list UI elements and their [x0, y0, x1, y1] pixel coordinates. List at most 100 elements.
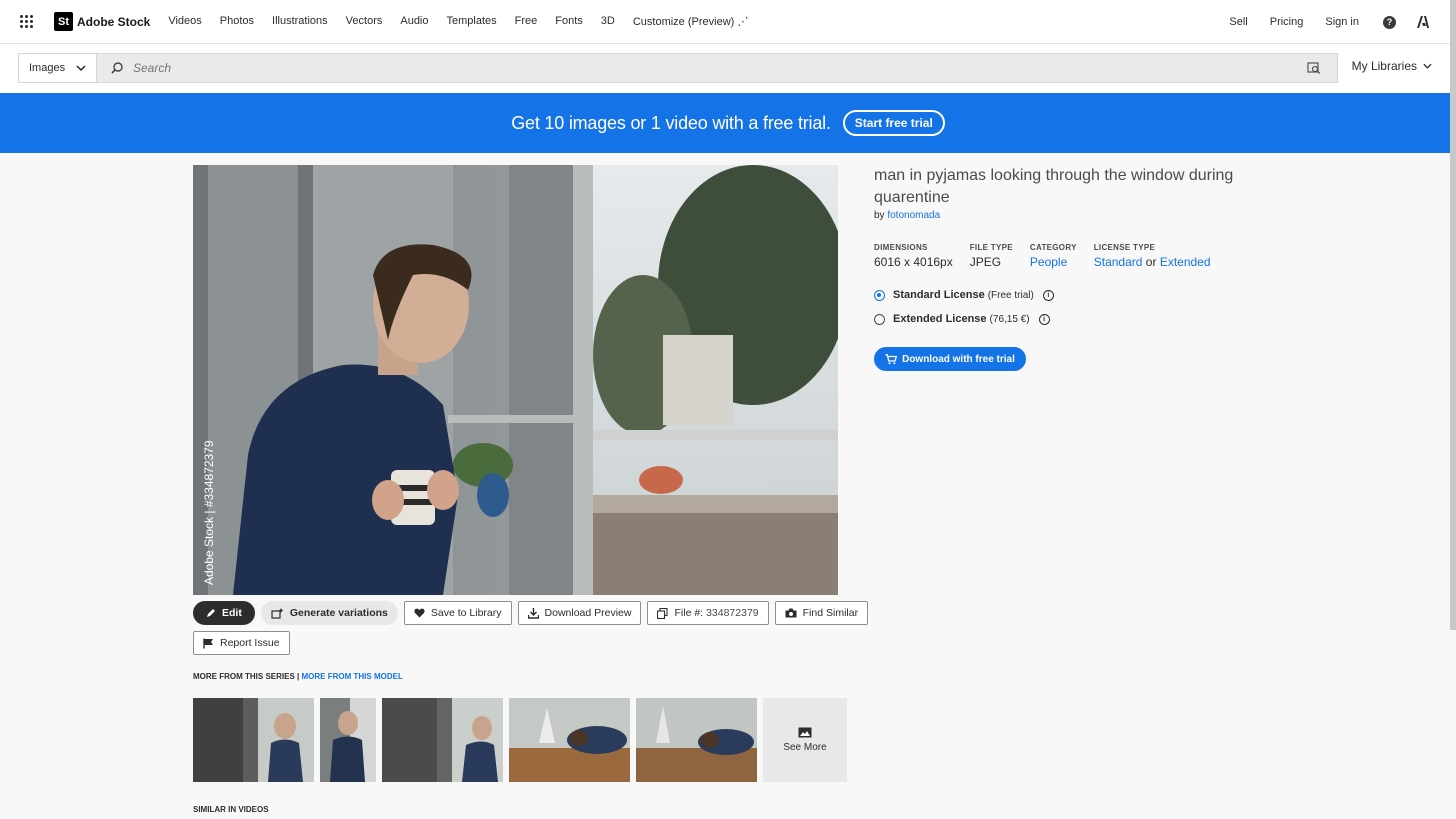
generate-icon — [271, 607, 284, 619]
filetype-value: JPEG — [969, 255, 1002, 269]
cart-icon — [885, 353, 898, 364]
meta-dimensions: DIMENSIONS 6016 x 4016px — [874, 243, 953, 269]
dimensions-value: 6016 x 4016px — [874, 255, 953, 269]
nav-links: Videos Photos Illustrations Vectors Audi… — [168, 15, 766, 28]
file-number: 334872379 — [706, 607, 759, 619]
banner-text: Get 10 images or 1 video with a free tri… — [511, 112, 831, 133]
similar-videos-heading: SIMILAR IN VIDEOS — [193, 805, 269, 814]
generate-variations-button[interactable]: Generate variations — [260, 601, 398, 625]
byline: by fotonomada — [874, 210, 940, 221]
download-preview-button[interactable]: Download Preview — [517, 601, 642, 625]
series-thumb[interactable] — [193, 698, 314, 782]
adobe-logo-icon[interactable] — [1416, 15, 1430, 29]
page-scrollbar[interactable] — [1450, 0, 1456, 630]
see-more-label: See More — [783, 742, 827, 753]
heart-icon — [414, 608, 425, 618]
nav-videos[interactable]: Videos — [168, 15, 201, 28]
preview-photo — [193, 165, 838, 595]
by-prefix: by — [874, 210, 885, 221]
info-icon[interactable]: i — [1042, 289, 1054, 301]
nav-vectors[interactable]: Vectors — [346, 15, 383, 28]
search-row: Images My Libraries — [0, 44, 1456, 93]
generate-label: Generate variations — [289, 607, 388, 619]
dimensions-label: DIMENSIONS — [874, 243, 928, 252]
right-nav: Sell Pricing Sign in ? — [1207, 0, 1430, 44]
visual-search-icon[interactable] — [1307, 62, 1321, 74]
pricing-link[interactable]: Pricing — [1270, 16, 1304, 28]
chevron-down-icon — [76, 65, 86, 71]
license-extended-link[interactable]: Extended — [1160, 255, 1211, 269]
nav-illustrations[interactable]: Illustrations — [272, 15, 328, 28]
meta-filetype: FILE TYPE JPEG — [970, 243, 1013, 269]
nav-fonts[interactable]: Fonts — [555, 15, 583, 28]
find-similar-button[interactable]: Find Similar — [774, 601, 869, 625]
extended-license-name: Extended License — [893, 313, 987, 325]
series-thumb[interactable] — [320, 698, 376, 782]
info-icon[interactable]: i — [1038, 313, 1050, 325]
nav-free[interactable]: Free — [515, 15, 538, 28]
download-preview-label: Download Preview — [544, 607, 632, 619]
series-thumb[interactable] — [509, 698, 630, 782]
see-more-button[interactable]: See More — [763, 698, 847, 782]
start-free-trial-button[interactable]: Start free trial — [842, 110, 945, 136]
search-icon — [111, 62, 123, 74]
extended-license-radio[interactable] — [874, 313, 885, 325]
logo-text: Adobe Stock — [77, 14, 151, 29]
nav-templates[interactable]: Templates — [447, 15, 497, 28]
nav-3d[interactable]: 3D — [601, 15, 615, 28]
extended-license-price: (76,15 €) — [989, 313, 1030, 325]
meta-category: CATEGORY People — [1030, 243, 1077, 269]
adobe-stock-logo[interactable]: St Adobe Stock — [54, 12, 150, 31]
file-label: File #: — [674, 607, 704, 619]
watermark-id: Adobe Stock | #334872379 — [202, 440, 216, 585]
app-switcher-icon[interactable] — [20, 14, 34, 29]
nav-photos[interactable]: Photos — [220, 15, 254, 28]
search-input[interactable] — [123, 54, 1307, 82]
standard-license-option[interactable]: Standard License (Free trial) i — [874, 289, 1054, 301]
filetype-label: FILE TYPE — [969, 243, 1013, 252]
asset-title: man in pyjamas looking through the windo… — [874, 167, 1234, 206]
save-to-library-button[interactable]: Save to Library — [403, 601, 512, 625]
series-label[interactable]: MORE FROM THIS SERIES — [193, 672, 295, 681]
author-link[interactable]: fotonomada — [887, 210, 940, 221]
search-type-dropdown[interactable]: Images — [19, 54, 97, 82]
my-libraries-label: My Libraries — [1351, 59, 1417, 73]
logo-mark: St — [54, 12, 73, 31]
my-libraries-dropdown[interactable]: My Libraries — [1352, 59, 1432, 73]
series-separator: | — [297, 672, 300, 681]
download-free-trial-label: Download with free trial — [902, 353, 1015, 365]
promo-banner: Get 10 images or 1 video with a free tri… — [0, 93, 1456, 153]
sell-link[interactable]: Sell — [1229, 16, 1247, 28]
license-or: or — [1145, 255, 1157, 269]
image-icon — [798, 727, 812, 738]
standard-license-price: (Free trial) — [987, 289, 1034, 301]
extended-license-option[interactable]: Extended License (76,15 €) i — [874, 313, 1050, 325]
license-type-label: LICENSE TYPE — [1093, 243, 1156, 252]
series-thumb[interactable] — [636, 698, 757, 782]
copy-icon — [657, 607, 669, 619]
category-link[interactable]: People — [1030, 255, 1067, 269]
standard-license-radio[interactable] — [874, 289, 885, 301]
asset-meta: DIMENSIONS 6016 x 4016px FILE TYPE JPEG … — [874, 243, 1211, 269]
series-thumb[interactable] — [382, 698, 503, 782]
camera-icon — [785, 608, 797, 618]
file-number-button[interactable]: File #: 334872379 — [647, 601, 769, 625]
nav-customize[interactable]: Customize (Preview) ⋰ — [633, 15, 749, 28]
license-standard-link[interactable]: Standard — [1094, 255, 1143, 269]
download-free-trial-button[interactable]: Download with free trial — [874, 347, 1026, 371]
main-preview-image[interactable]: Adobe Stock | #334872379 — [193, 165, 838, 595]
edit-label: Edit — [222, 607, 242, 619]
signin-link[interactable]: Sign in — [1325, 16, 1359, 28]
category-label: CATEGORY — [1029, 243, 1077, 252]
edit-button[interactable]: Edit — [193, 601, 255, 625]
search-type-label: Images — [29, 62, 66, 74]
report-issue-button[interactable]: Report Issue — [193, 631, 290, 655]
meta-license-type: LICENSE TYPE Standard or Extended — [1094, 243, 1211, 269]
image-toolbar: Edit Generate variations Save to Library… — [193, 601, 869, 625]
top-nav: St Adobe Stock Videos Photos Illustratio… — [0, 0, 1456, 44]
report-label: Report Issue — [220, 637, 280, 649]
nav-audio[interactable]: Audio — [400, 15, 428, 28]
help-icon[interactable]: ? — [1383, 15, 1396, 29]
model-link[interactable]: MORE FROM THIS MODEL — [302, 672, 403, 681]
search-bar: Images — [18, 53, 1338, 83]
